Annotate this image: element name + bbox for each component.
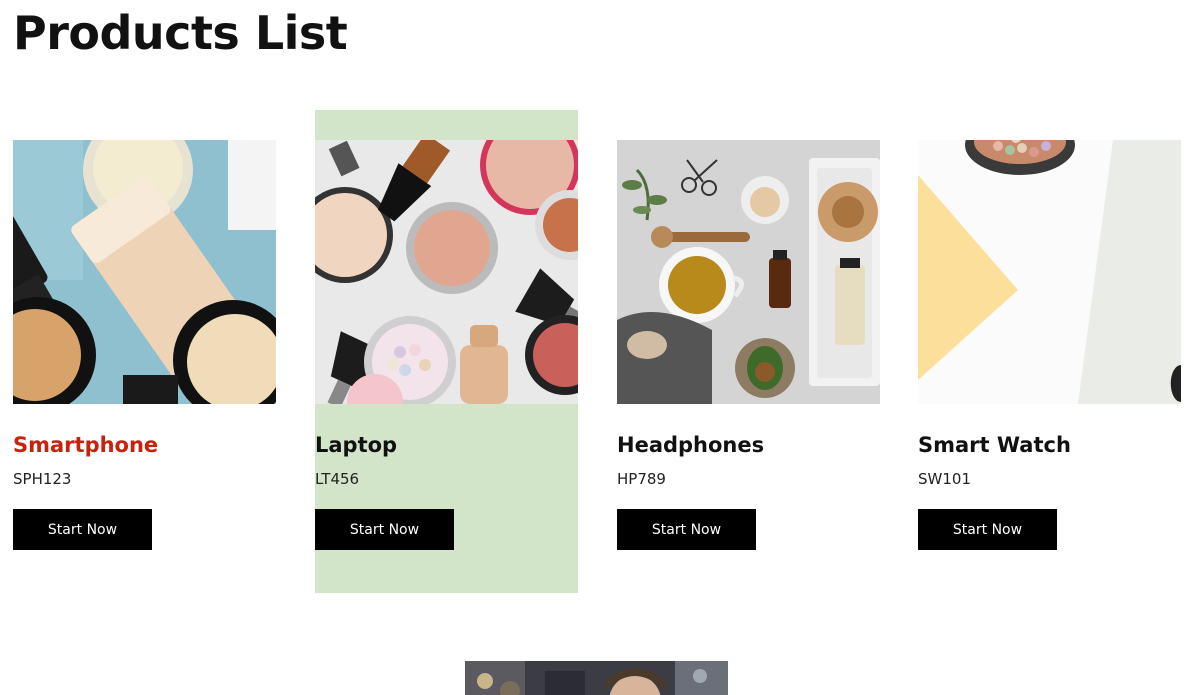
product-name[interactable]: Headphones	[617, 430, 764, 460]
product-image-pastel[interactable]	[918, 140, 1181, 404]
product-image-spa[interactable]	[617, 140, 880, 404]
bottom-event-image	[465, 661, 728, 695]
product-card-laptop[interactable]: Laptop LT456 Start Now	[315, 110, 578, 593]
product-code: HP789	[617, 470, 666, 488]
product-name[interactable]: Laptop	[315, 430, 397, 460]
product-card-headphones[interactable]: Headphones HP789 Start Now	[617, 110, 880, 593]
product-image-makeup[interactable]	[315, 140, 578, 404]
product-name[interactable]: Smartphone	[13, 430, 158, 460]
product-name[interactable]: Smart Watch	[918, 430, 1071, 460]
product-code: LT456	[315, 470, 360, 488]
start-now-button[interactable]: Start Now	[315, 509, 454, 550]
product-card-smartphone[interactable]: Smartphone SPH123 Start Now	[13, 110, 276, 593]
product-image-cosmetics[interactable]	[13, 140, 276, 404]
page-title: Products List	[13, 6, 348, 60]
start-now-button[interactable]: Start Now	[918, 509, 1057, 550]
product-card-smart-watch[interactable]: Smart Watch SW101 Start Now	[918, 110, 1181, 593]
start-now-button[interactable]: Start Now	[617, 509, 756, 550]
product-code: SPH123	[13, 470, 72, 488]
start-now-button[interactable]: Start Now	[13, 509, 152, 550]
products-page: Products List Smartphone SPH123 Start No…	[0, 0, 1200, 695]
product-code: SW101	[918, 470, 971, 488]
